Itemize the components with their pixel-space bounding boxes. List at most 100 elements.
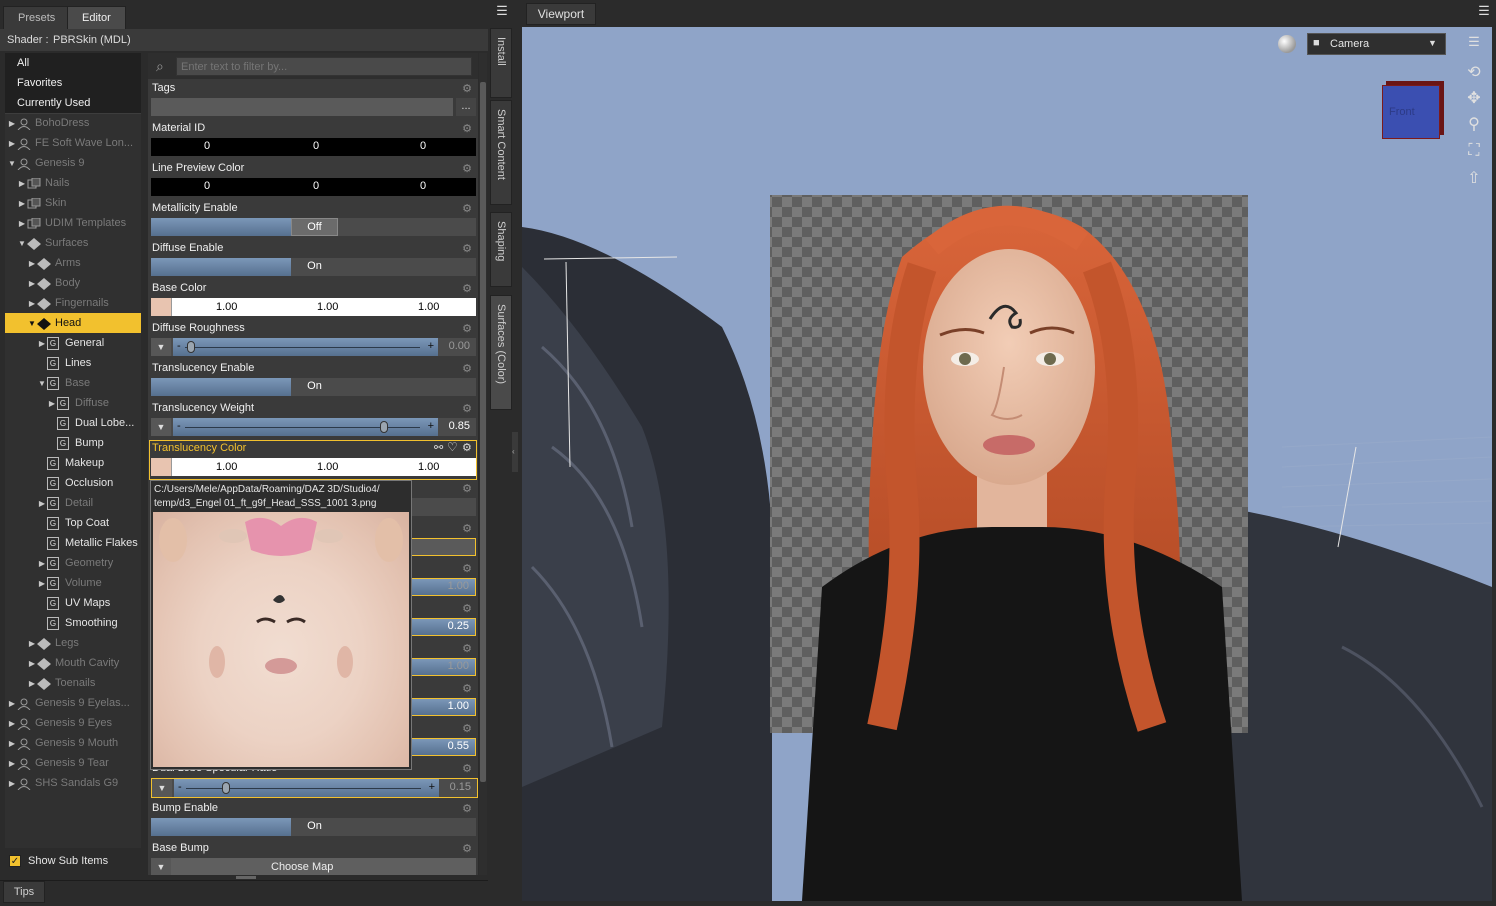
show-sub-items-checkbox[interactable]: ✓	[9, 855, 21, 867]
tree-item[interactable]: ▼ G Base	[5, 373, 141, 393]
side-tab-install[interactable]: Install	[490, 28, 512, 98]
collapsed-arrow-icon[interactable]: ▶	[47, 394, 57, 413]
orbit-icon[interactable]: ⟲	[1462, 62, 1486, 84]
tree-item[interactable]: ▶ G Volume	[5, 573, 141, 593]
tree-item[interactable]: ▶ Toenails	[5, 673, 141, 693]
gear-icon[interactable]: ⚙	[462, 362, 472, 375]
chevron-down-icon[interactable]: ▼	[151, 418, 171, 436]
collapsed-arrow-icon[interactable]: ▶	[27, 674, 37, 693]
home-icon[interactable]: ⇧	[1462, 168, 1486, 190]
tree-item[interactable]: ▶ Legs	[5, 633, 141, 653]
translucency-color-map-thumbnail[interactable]	[151, 458, 172, 476]
gear-icon[interactable]: ⚙	[462, 602, 472, 615]
tree-item[interactable]: ▶ FE Soft Wave Lon...	[5, 133, 141, 153]
gear-icon[interactable]: ⚙	[462, 441, 472, 454]
tree-item[interactable]: G Lines	[5, 353, 141, 373]
expanded-arrow-icon[interactable]: ▼	[27, 314, 37, 333]
scrollbar-thumb[interactable]	[480, 82, 486, 782]
tree-item[interactable]: ▶ Genesis 9 Eyes	[5, 713, 141, 733]
tree-item[interactable]: ▶ Mouth Cavity	[5, 653, 141, 673]
tags-browse-button[interactable]: ...	[456, 98, 476, 116]
tree-item[interactable]: ▼ Genesis 9	[5, 153, 141, 173]
collapsed-arrow-icon[interactable]: ▶	[27, 654, 37, 673]
tree-item[interactable]: G Dual Lobe...	[5, 413, 141, 433]
tab-presets[interactable]: Presets	[3, 6, 71, 29]
gear-icon[interactable]: ⚙	[462, 562, 472, 575]
collapsed-arrow-icon[interactable]: ▶	[37, 554, 47, 573]
tree-item[interactable]: ▶ Genesis 9 Mouth	[5, 733, 141, 753]
chevron-down-icon[interactable]: ▼	[151, 338, 171, 356]
tree-item[interactable]: ▶ SHS Sandals G9	[5, 773, 141, 793]
collapsed-arrow-icon[interactable]: ▶	[7, 134, 17, 153]
tree-item[interactable]: ▶ BohoDress	[5, 113, 141, 133]
zoom-icon[interactable]: ⚲	[1462, 114, 1486, 136]
collapsed-arrow-icon[interactable]: ▶	[17, 194, 27, 213]
gear-icon[interactable]: ⚙	[462, 722, 472, 735]
base-bump-map-field[interactable]: ▼ Choose Map	[151, 858, 476, 875]
tree-item[interactable]: ▶ Nails	[5, 173, 141, 193]
tree-item[interactable]: G Bump	[5, 433, 141, 453]
tree-item[interactable]: ▶ Fingernails	[5, 293, 141, 313]
gear-icon[interactable]: ⚙	[462, 322, 472, 335]
resize-handle[interactable]	[236, 876, 256, 879]
panel-collapse-handle[interactable]: ‹	[512, 432, 518, 472]
gear-icon[interactable]: ⚙	[462, 402, 472, 415]
side-tab-smart-content[interactable]: Smart Content	[490, 100, 512, 205]
translucency-color-field[interactable]: 1.00 1.00 1.00	[151, 458, 476, 476]
tree-all[interactable]: All	[5, 53, 141, 74]
heart-icon[interactable]: ♡	[447, 440, 458, 454]
tree-item[interactable]: ▶ Arms	[5, 253, 141, 273]
base-color-map-thumbnail[interactable]	[151, 298, 172, 316]
gear-icon[interactable]: ⚙	[462, 482, 472, 495]
tree-item[interactable]: G Makeup	[5, 453, 141, 473]
collapsed-arrow-icon[interactable]: ▶	[7, 694, 17, 713]
collapsed-arrow-icon[interactable]: ▶	[7, 754, 17, 773]
expanded-arrow-icon[interactable]: ▼	[37, 374, 47, 393]
collapsed-arrow-icon[interactable]: ▶	[7, 774, 17, 793]
collapsed-arrow-icon[interactable]: ▶	[27, 294, 37, 313]
tree-favorites[interactable]: Favorites	[5, 73, 141, 94]
collapsed-arrow-icon[interactable]: ▶	[37, 574, 47, 593]
metallicity-enable-toggle[interactable]: Off	[151, 218, 476, 236]
gear-icon[interactable]: ⚙	[462, 242, 472, 255]
chevron-down-icon[interactable]: ▼	[152, 779, 172, 797]
view-cube[interactable]: Front	[1382, 85, 1440, 139]
gear-icon[interactable]: ⚙	[462, 682, 472, 695]
slider-knob[interactable]	[379, 421, 388, 433]
collapsed-arrow-icon[interactable]: ▶	[7, 114, 17, 133]
viewport-tab[interactable]: Viewport	[526, 3, 596, 25]
collapsed-arrow-icon[interactable]: ▶	[27, 254, 37, 273]
camera-dropdown[interactable]: ■ Camera ▼	[1307, 33, 1446, 55]
translucency-enable-toggle[interactable]: On	[151, 378, 476, 396]
tree-item[interactable]: G UV Maps	[5, 593, 141, 613]
tree-item[interactable]: ▶ Genesis 9 Tear	[5, 753, 141, 773]
tree-item[interactable]: G Occlusion	[5, 473, 141, 493]
tree-currently-used[interactable]: Currently Used	[5, 93, 141, 114]
collapsed-arrow-icon[interactable]: ▶	[27, 274, 37, 293]
tree-item[interactable]: ▶ Body	[5, 273, 141, 293]
gear-icon[interactable]: ⚙	[462, 162, 472, 175]
diffuse-roughness-slider[interactable]: ▼ - + 0.00	[151, 338, 476, 356]
gear-icon[interactable]: ⚙	[462, 202, 472, 215]
tab-editor[interactable]: Editor	[67, 6, 126, 29]
expanded-arrow-icon[interactable]: ▼	[7, 154, 17, 173]
tree-item[interactable]: ▶ UDIM Templates	[5, 213, 141, 233]
gear-icon[interactable]: ⚙	[462, 122, 472, 135]
collapsed-arrow-icon[interactable]: ▶	[17, 174, 27, 193]
menu-icon[interactable]: ☰	[494, 4, 510, 20]
tree-item[interactable]: G Smoothing	[5, 613, 141, 633]
link-icon[interactable]: ⚯	[434, 441, 443, 454]
material-id-field[interactable]: 0 0 0	[151, 138, 476, 156]
gear-icon[interactable]: ⚙	[462, 802, 472, 815]
collapsed-arrow-icon[interactable]: ▶	[7, 734, 17, 753]
tips-tab[interactable]: Tips	[3, 881, 45, 903]
tree-item[interactable]: ▶ Skin	[5, 193, 141, 213]
filter-input[interactable]	[176, 57, 472, 76]
bump-enable-toggle[interactable]: On	[151, 818, 476, 836]
gear-icon[interactable]: ⚙	[462, 282, 472, 295]
tree-item[interactable]: ▶ G Detail	[5, 493, 141, 513]
collapsed-arrow-icon[interactable]: ▶	[7, 714, 17, 733]
collapsed-arrow-icon[interactable]: ▶	[37, 334, 47, 353]
gear-icon[interactable]: ⚙	[462, 842, 472, 855]
line-preview-color-field[interactable]: 0 0 0	[151, 178, 476, 196]
